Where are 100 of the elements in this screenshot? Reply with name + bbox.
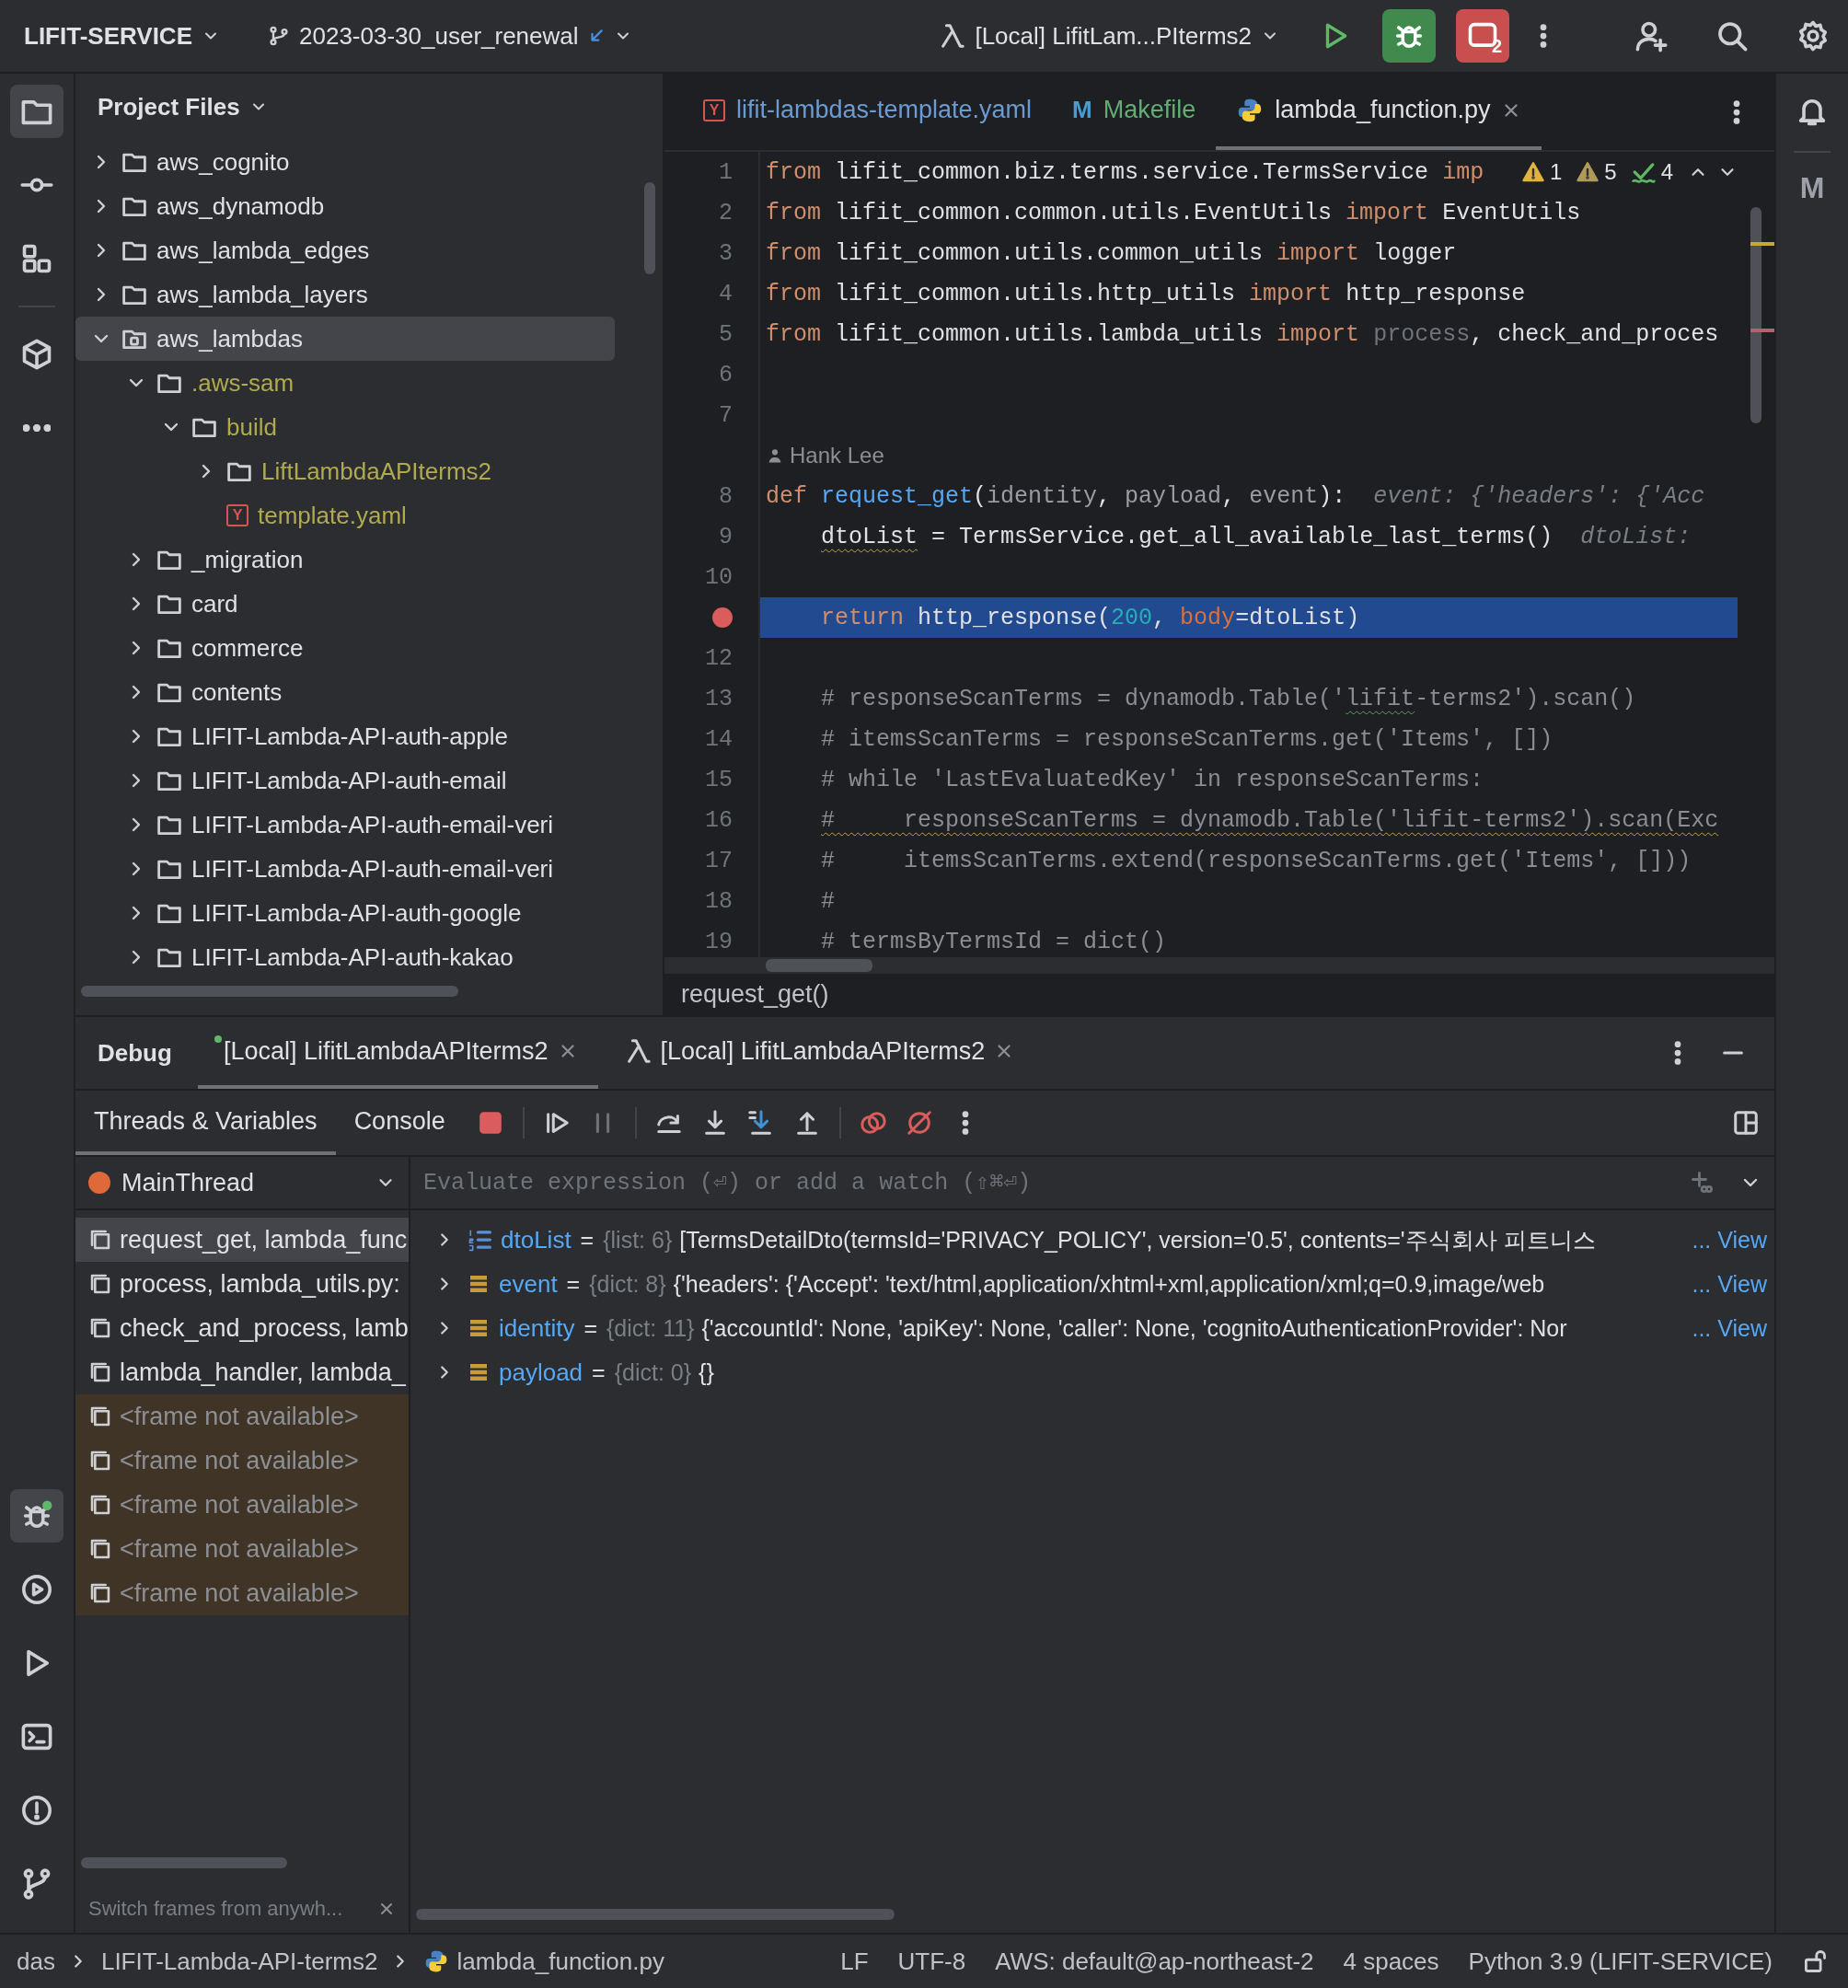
breadcrumb-item[interactable]: lambda_function.py [423, 1947, 664, 1976]
line-number: 15 [705, 766, 733, 793]
line-number: 18 [705, 887, 733, 915]
status-item[interactable]: UTF-8 [897, 1947, 966, 1976]
tree-item[interactable]: LiftLambdaAPIterms2 [75, 449, 615, 493]
view-link[interactable]: ... View [1692, 1314, 1774, 1342]
breakpoint-dot[interactable] [712, 607, 733, 628]
layout-icon[interactable] [1732, 1109, 1760, 1137]
services-icon [20, 1573, 53, 1606]
stack-frame[interactable]: <frame not available> [75, 1394, 409, 1439]
variable-name: event [499, 1269, 558, 1299]
line-number: 4 [719, 280, 733, 307]
variable-value: {} [699, 1358, 714, 1386]
tree-item[interactable]: build [75, 405, 615, 449]
breadcrumb-item[interactable]: das [17, 1947, 55, 1976]
stack-frame[interactable]: process, lambda_utils.py: [75, 1262, 409, 1306]
scrollbar-thumb[interactable] [644, 182, 655, 274]
inspection-counter[interactable]: 4 [1631, 159, 1673, 185]
session-tab[interactable]: [Local] LifitLambdaAPIterms2 [197, 1017, 598, 1089]
tree-item[interactable]: aws_lambda_layers [75, 272, 615, 317]
plugin-tool-button[interactable]: M [1799, 171, 1825, 205]
tree-item[interactable]: aws_dynamodb [75, 184, 615, 228]
view-link[interactable]: ... View [1692, 1226, 1774, 1254]
breadcrumb[interactable]: request_get() [681, 980, 829, 1009]
author-hint[interactable]: Hank Lee [766, 443, 884, 468]
tree-item[interactable]: aws_cognito [75, 140, 615, 184]
stack-frame[interactable]: <frame not available> [75, 1483, 409, 1527]
breadcrumb-item[interactable]: LIFIT-Lambda-API-terms2 [100, 1947, 378, 1976]
breakpoints-icon[interactable] [859, 1109, 887, 1137]
tree-item[interactable]: LIFIT-Lambda-API-auth-email [75, 758, 615, 803]
tree-item[interactable]: aws_lambda_edges [75, 228, 615, 272]
debug-tool-button[interactable] [10, 1489, 64, 1543]
session-tab[interactable]: [Local] LifitLambdaAPIterms2 [597, 1017, 1035, 1089]
makefile-icon: M [1072, 96, 1092, 124]
scrollbar-thumb[interactable] [81, 986, 458, 997]
lock-icon[interactable] [1802, 1948, 1828, 1974]
frame-icon [88, 1360, 112, 1384]
tree-item[interactable]: LIFIT-Lambda-API-auth-email-veri [75, 803, 615, 847]
evaluate-field[interactable]: Evaluate expression (⏎) or add a watch (⇧⌘⏎) [423, 1169, 1690, 1196]
editor-tab[interactable]: lambda_function.py [1216, 74, 1542, 150]
tree-item[interactable]: LIFIT-Lambda-API-auth-apple [75, 714, 615, 758]
code-line: from lifit_common.utils.common_utils import logger [765, 238, 1458, 269]
inspection-counter[interactable]: 1 [1521, 159, 1563, 185]
add-watch-icon[interactable] [1690, 1170, 1715, 1196]
scrollbar-thumb[interactable] [81, 1857, 287, 1868]
stack-frame[interactable]: lambda_handler, lambda_ [75, 1350, 409, 1394]
scrollbar-thumb[interactable] [1750, 207, 1761, 423]
stack-frame[interactable]: request_get, lambda_func [75, 1218, 409, 1262]
status-item[interactable]: AWS: default@ap-northeast-2 [995, 1947, 1314, 1976]
tree-item[interactable]: LIFIT-Lambda-API-auth-email-veri [75, 847, 615, 891]
tree-item[interactable]: aws_lambdas [75, 317, 615, 361]
frame-icon [88, 1449, 112, 1473]
stack-frame[interactable]: check_and_process, lamb [75, 1306, 409, 1350]
editor-tab[interactable]: Y lifit-lambdas-template.yaml [683, 74, 1053, 150]
code-line: from lifit_common.biz.terms.service.TermsService imp [765, 157, 1485, 188]
warning-icon [1577, 161, 1600, 183]
code-line: # [820, 886, 836, 917]
code-line: from lifit_common.common.utils.EventUtils import EventUtils [765, 198, 1582, 228]
editor-tab[interactable]: M Makefile [1052, 74, 1217, 150]
tree-item[interactable]: commerce [75, 626, 615, 670]
branch-icon [268, 25, 290, 47]
scrollbar-thumb[interactable] [766, 959, 872, 972]
thread-selector[interactable]: MainThread [75, 1157, 409, 1210]
variable-type: {list: 6} [603, 1226, 673, 1254]
scrollbar-thumb[interactable] [416, 1909, 895, 1920]
tree-item[interactable]: contents [75, 670, 615, 714]
inspection-counter[interactable]: 5 [1577, 159, 1617, 185]
line-number: 16 [705, 806, 733, 834]
status-item[interactable]: 4 spaces [1343, 1947, 1439, 1976]
stack-frame[interactable]: <frame not available> [75, 1571, 409, 1615]
project-tool-button[interactable] [10, 85, 64, 138]
mute-breakpoints-icon[interactable] [905, 1109, 933, 1137]
equals-sign: = [566, 1270, 581, 1298]
tree-item[interactable]: card [75, 582, 615, 626]
tree-item[interactable]: LIFIT-Lambda-API-auth-google [75, 891, 615, 935]
status-item[interactable]: LF [840, 1947, 869, 1976]
tab[interactable]: Console [335, 1091, 464, 1155]
view-link[interactable]: ... View [1692, 1270, 1774, 1298]
panel-title-dropdown[interactable]: Project Files [98, 92, 268, 121]
tree-item[interactable]: LIFIT-Lambda-API-auth-kakao [75, 935, 615, 979]
equals-sign: = [580, 1226, 595, 1254]
tree-item[interactable]: _migration [75, 537, 615, 582]
add-user-icon[interactable] [1634, 19, 1668, 52]
search-icon[interactable] [1715, 19, 1749, 52]
tree-item[interactable]: Y template.yaml [75, 493, 615, 537]
equals-sign: = [592, 1358, 606, 1386]
tab[interactable]: Threads & Variables [75, 1091, 336, 1155]
settings-icon[interactable] [1796, 19, 1830, 52]
debug-button[interactable] [1382, 9, 1436, 63]
project-selector[interactable]: LIFIT-SERVICE [24, 21, 220, 51]
status-item[interactable]: Python 3.9 (LIFIT-SERVICE) [1468, 1947, 1773, 1976]
stack-frame[interactable]: <frame not available> [75, 1527, 409, 1571]
run-configuration-selector[interactable]: [Local] LifitLam...PIterms2 [938, 21, 1279, 51]
branch-selector[interactable]: 2023-03-30_user_renewal [268, 21, 632, 51]
variable-name: payload [499, 1358, 583, 1387]
tree-item[interactable]: .aws-sam [75, 361, 615, 405]
stack-frame[interactable]: <frame not available> [75, 1439, 409, 1483]
warning-stripe-mark [1750, 242, 1774, 246]
variable-type: {dict: 11} [606, 1314, 695, 1342]
line-number: 19 [705, 928, 733, 955]
